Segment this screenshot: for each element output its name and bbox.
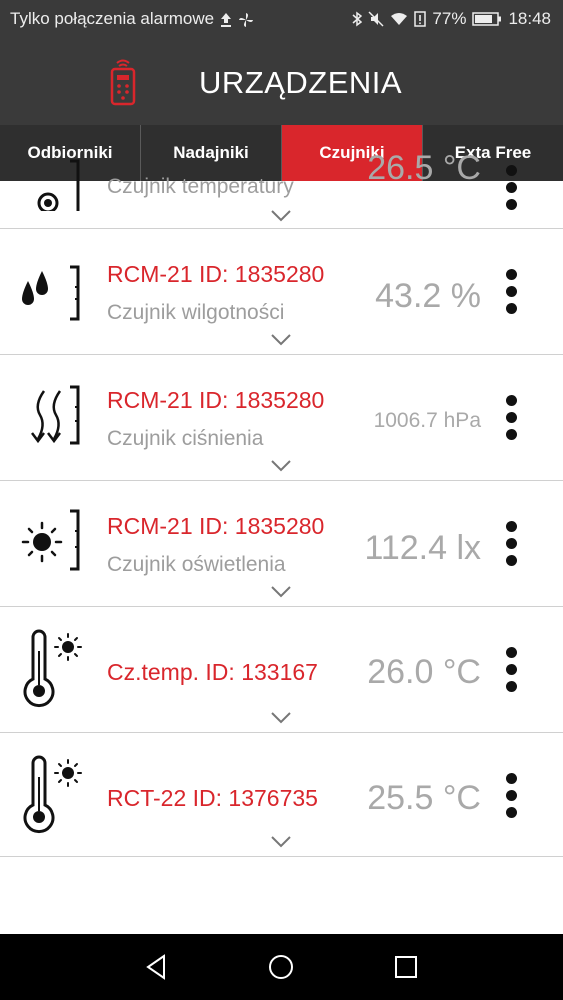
battery-icon (472, 12, 502, 26)
recents-icon[interactable] (390, 951, 422, 983)
sensor-type: Czujnik ciśnienia (107, 427, 264, 450)
humidity-drops-icon (22, 265, 80, 321)
sensor-name: Cz.temp. ID: 133167 (107, 659, 318, 685)
list-item-temp-sensor[interactable]: Cz.temp. ID: 133167 26.0 °C (0, 607, 563, 733)
sensor-value: 26.0 °C (367, 653, 481, 691)
thermometer-sun-icon (23, 629, 82, 708)
sensor-value: 26.5 °C (367, 149, 481, 187)
system-nav-bar (0, 934, 563, 1000)
list-item-rct22[interactable]: RCT-22 ID: 1376735 25.5 °C (0, 733, 563, 857)
battery-percent: 77% (432, 9, 467, 28)
sensor-value: 25.5 °C (367, 779, 481, 817)
more-menu-button[interactable] (500, 647, 522, 699)
bluetooth-icon (352, 11, 363, 27)
upload-icon (220, 12, 231, 27)
sim-alert-icon (414, 11, 427, 27)
status-bar: Tylko połączenia alarmowe 77% 18:48 (0, 0, 563, 38)
sensor-value: 43.2 % (375, 277, 481, 315)
sensor-type: Czujnik wilgotności (107, 301, 285, 324)
chevron-down-icon[interactable] (270, 711, 292, 725)
list-item-light[interactable]: RCM-21 ID: 1835280 Czujnik oświetlenia 1… (0, 481, 563, 607)
list-item-temperature[interactable]: Czujnik temperatury 26.5 °C (0, 105, 563, 229)
fan-icon (238, 12, 253, 27)
remote-device-icon (110, 59, 136, 106)
chevron-down-icon[interactable] (270, 333, 292, 347)
carrier-text: Tylko połączenia alarmowe (10, 9, 215, 28)
back-icon[interactable] (140, 951, 172, 983)
more-menu-button[interactable] (500, 773, 522, 825)
chevron-down-icon[interactable] (270, 459, 292, 473)
sensor-value: 1006.7 hPa (373, 409, 481, 432)
sensor-name: RCM-21 ID: 1835280 (107, 387, 325, 413)
more-menu-button[interactable] (500, 395, 522, 447)
sensor-name: RCM-21 ID: 1835280 (107, 513, 325, 539)
thermometer-sun-icon (23, 755, 82, 834)
clock: 18:48 (508, 9, 551, 28)
wifi-icon (391, 13, 408, 25)
home-icon[interactable] (265, 951, 297, 983)
sensor-name: RCT-22 ID: 1376735 (107, 785, 318, 811)
chevron-down-icon[interactable] (270, 585, 292, 599)
sensor-name: RCM-21 ID: 1835280 (107, 261, 325, 287)
list-item-humidity[interactable]: RCM-21 ID: 1835280 Czujnik wilgotności 4… (0, 229, 563, 355)
chevron-down-icon[interactable] (270, 209, 292, 223)
list-item-pressure[interactable]: RCM-21 ID: 1835280 Czujnik ciśnienia 100… (0, 355, 563, 481)
chevron-down-icon[interactable] (270, 835, 292, 849)
sensor-type: Czujnik oświetlenia (107, 553, 286, 576)
sun-light-icon (21, 509, 80, 571)
pressure-arrows-icon (31, 385, 80, 445)
sensor-value: 112.4 lx (364, 529, 481, 567)
more-menu-button[interactable] (500, 269, 522, 321)
sensor-type: Czujnik temperatury (107, 175, 294, 198)
thermometer-gauge-icon (37, 159, 80, 211)
more-menu-button[interactable] (500, 165, 522, 217)
page-title: URZĄDZENIA (199, 65, 403, 100)
more-menu-button[interactable] (500, 521, 522, 573)
mute-icon (368, 11, 384, 27)
